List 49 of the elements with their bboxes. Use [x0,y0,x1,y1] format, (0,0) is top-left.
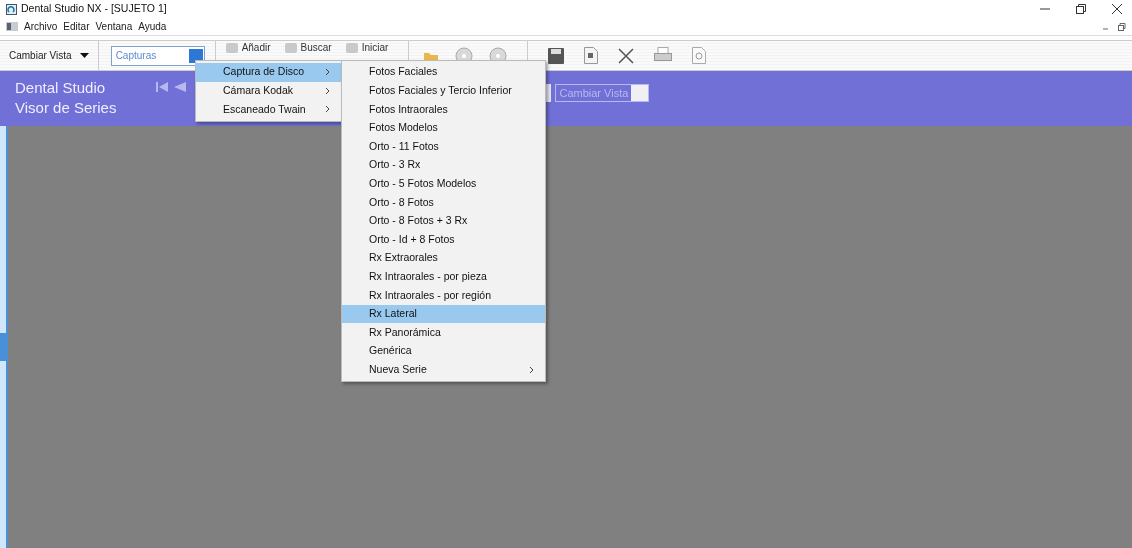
toolbar-button[interactable]: Buscar [284,42,332,54]
menu-item[interactable]: Orto - 3 Rx [342,155,545,175]
preview-icon[interactable] [692,47,707,64]
menu-item[interactable]: Rx Extraorales [342,248,545,268]
menu-bar-item[interactable]: Editar [63,19,90,34]
close-icon[interactable] [1112,4,1122,14]
child-window-controls-icon[interactable] [1100,22,1126,31]
menu-bar-item[interactable]: Archivo [24,19,58,34]
close-icon[interactable] [618,47,635,64]
toolbar-button-icon [345,43,358,53]
app-logo-icon [6,3,17,15]
document-icon [6,22,18,31]
header-subtitle: Visor de Series [15,98,117,118]
save-icon[interactable] [548,47,565,64]
menu-item[interactable]: Rx Panorámica [342,323,545,342]
menu-item[interactable]: Nueva Serie [342,360,545,380]
toolbar-button-icon [284,43,297,53]
menu-item[interactable]: Fotos Faciales [342,63,545,82]
menu-item[interactable]: Orto - 8 Fotos + 3 Rx [342,211,545,231]
menu-item[interactable]: Rx Lateral [342,304,545,324]
menu-item[interactable]: Genérica [342,341,545,361]
menu-item[interactable]: Escaneado Twain [196,100,341,119]
menu-item[interactable]: Cámara Kodak [196,81,341,101]
toolbar-button[interactable]: Añadir [225,42,271,54]
menu-item[interactable]: Rx Intraorales - por pieza [342,267,545,287]
capture-field[interactable]: Capturas [110,45,205,66]
view-dropdown[interactable]: Cambiar Vista [0,41,99,70]
caret-down-icon [79,53,89,58]
menu-item[interactable]: Orto - 5 Fotos Modelos [342,174,545,194]
toolbar-button[interactable]: Iniciar [345,42,389,54]
menu-item[interactable]: Captura de Disco [196,63,341,82]
printer-icon[interactable] [654,47,673,64]
menu-item[interactable]: Rx Intraorales - por región [342,286,545,305]
expand-handle[interactable] [0,333,6,361]
menu-bar-item[interactable]: Ventana [95,19,133,34]
first-icon[interactable] [156,82,169,92]
restore-icon[interactable] [1076,4,1086,14]
header-title: Dental Studio [15,78,107,98]
previous-icon[interactable] [174,82,187,92]
menu-item[interactable]: Orto - Id + 8 Fotos [342,230,545,249]
document-icon[interactable] [584,47,599,64]
menu-bar-item[interactable]: Ayuda [138,19,167,34]
window-title: Dental Studio NX - [SUJETO 1] [21,1,167,17]
menu-item[interactable]: Fotos Intraorales [342,100,545,119]
menu-item[interactable]: Orto - 11 Fotos [342,137,545,156]
menu-item[interactable]: Orto - 8 Fotos [342,193,545,212]
menu-item[interactable]: Fotos Faciales y Tercio Inferior [342,81,545,101]
menu-item[interactable]: Fotos Modelos [342,118,545,138]
toolbar-button-icon [225,43,238,53]
